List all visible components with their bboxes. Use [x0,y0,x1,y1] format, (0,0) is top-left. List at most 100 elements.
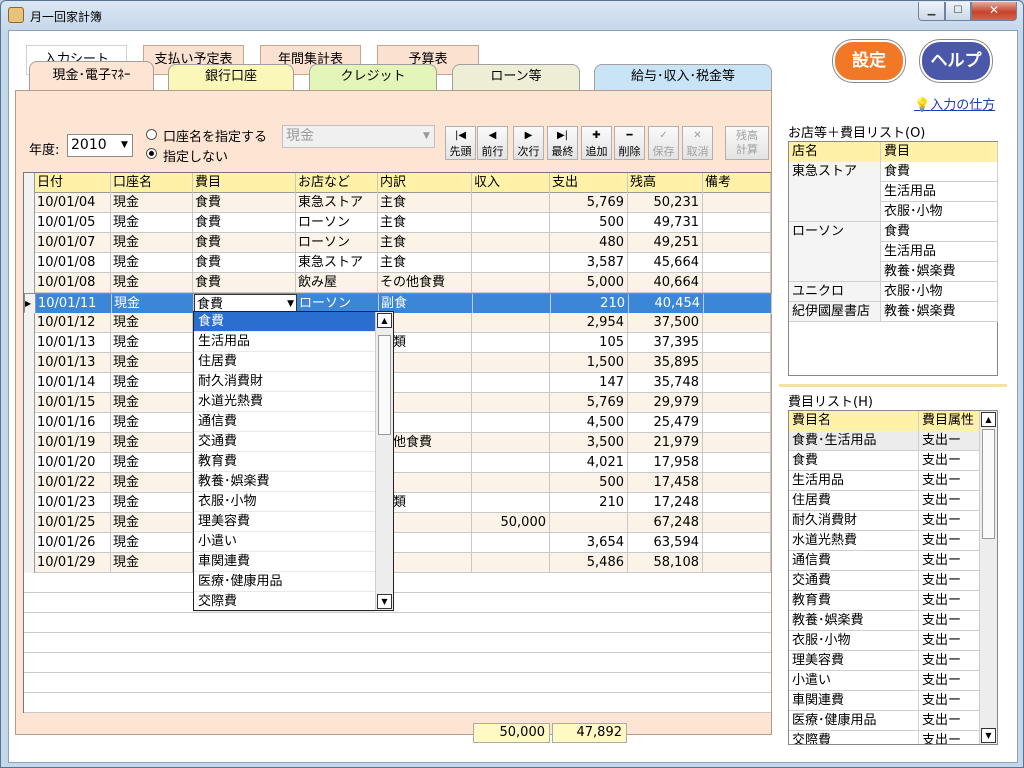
table-cell[interactable]: 10/01/22 [35,473,111,493]
table-cell[interactable]: 小遣い [789,671,919,691]
table-cell[interactable]: 支出ー [919,491,980,511]
table-cell[interactable]: 10/01/05 [35,213,111,233]
table-cell[interactable]: 4,021 [550,453,628,473]
list-item[interactable]: 交際費 支出ー [789,731,997,744]
table-cell[interactable] [472,193,550,213]
table-cell[interactable]: 医療･健康用品 [789,711,919,731]
table-cell[interactable]: 1,500 [550,353,628,373]
table-cell[interactable]: 63,594 [628,533,703,553]
row-header[interactable] [24,473,35,493]
table-cell[interactable]: 食費 [789,451,919,471]
dropdown-item[interactable]: 生活用品 [194,332,375,352]
dropdown-item[interactable]: 食費 [194,312,375,332]
table-cell[interactable]: 10/01/14 [35,373,111,393]
store-category[interactable]: 衣服･小物 [881,202,998,222]
table-cell[interactable] [703,193,771,213]
table-row[interactable]: 10/01/29現金食5,48658,108 [24,553,771,573]
store-category[interactable]: 生活用品 [881,182,998,202]
table-row[interactable]: 10/01/23現金子類21017,248 [24,493,771,513]
dropdown-item[interactable]: 車関連費 [194,552,375,572]
row-header[interactable] [24,413,35,433]
dropdown-item[interactable]: 耐久消費財 [194,372,375,392]
table-cell[interactable]: 10/01/20 [35,453,111,473]
dropdown-item[interactable]: 医療･健康用品 [194,572,375,592]
table-cell[interactable]: 現金 [111,193,193,213]
tab-cash[interactable]: 現金･電子ﾏﾈｰ [29,61,154,91]
table-cell[interactable]: 480 [550,233,628,253]
table-cell[interactable]: 現金 [111,513,193,533]
table-cell[interactable]: 35,895 [628,353,703,373]
table-row[interactable]: 10/01/20現金食4,02117,958 [24,453,771,473]
table-cell[interactable]: 2,954 [550,313,628,333]
table-cell[interactable]: 現金 [111,433,193,453]
help-button[interactable]: ヘルプ [920,40,992,82]
store-category[interactable]: 教養･娯楽費 [881,302,998,322]
table-cell[interactable]: 主食 [378,213,472,233]
table-cell[interactable]: 現金 [111,453,193,473]
list-item[interactable]: 食費 支出ー [789,451,997,471]
table-row[interactable]: 10/01/26現金食3,65463,594 [24,533,771,553]
table-cell[interactable]: 58,108 [628,553,703,573]
table-cell[interactable]: 支出ー [919,731,980,744]
list-item[interactable]: 小遣い 支出ー [789,671,997,691]
table-cell[interactable] [472,313,550,333]
store-category[interactable]: 食費 [881,222,998,242]
table-row[interactable]: 10/01/15現金食5,76929,979 [24,393,771,413]
column-header[interactable]: 費目 [881,142,998,162]
table-cell[interactable]: 現金 [111,333,193,353]
row-header[interactable] [24,393,35,413]
table-cell[interactable]: 食費･生活用品 [789,431,919,451]
column-header[interactable]: 収入 [472,173,550,193]
table-cell[interactable] [472,453,550,473]
table-cell[interactable]: 10/01/29 [35,553,111,573]
column-header[interactable]: 費目属性 [919,411,980,431]
table-cell[interactable]: 支出ー [919,511,980,531]
table-cell[interactable]: ローソン [296,233,378,253]
table-cell[interactable]: 500 [550,473,628,493]
list-item[interactable]: 医療･健康用品 支出ー [789,711,997,731]
maximize-button[interactable]: ☐ [945,2,971,21]
table-cell[interactable]: 500 [550,213,628,233]
table-cell[interactable]: ローソン [296,213,378,233]
close-button[interactable]: ✕ [971,2,1017,21]
row-header[interactable] [24,493,35,513]
tab-loan[interactable]: ローン等 [452,64,580,90]
table-cell[interactable]: 支出ー [919,431,980,451]
table-cell[interactable]: その他食費 [378,273,472,293]
table-cell[interactable] [472,373,550,393]
table-cell[interactable]: 食費 [193,273,296,293]
dropdown-item[interactable]: 交際費 [194,592,375,612]
table-cell[interactable]: 37,395 [628,333,703,353]
cancel-button[interactable]: ✕ 取消 [682,126,713,160]
table-cell[interactable]: 10/01/04 [35,193,111,213]
recalc-balance-button[interactable]: 残高計算 [725,126,769,160]
table-cell[interactable]: 理美容費 [789,651,919,671]
table-cell[interactable]: 主食 [378,253,472,273]
table-cell[interactable]: 10/01/23 [35,493,111,513]
column-header[interactable]: 店名 [789,142,881,162]
table-cell[interactable]: 食費 [193,213,296,233]
table-cell[interactable] [703,253,771,273]
category-scrollbar[interactable]: ▲ ▼ [979,411,997,744]
table-row[interactable]: 10/01/22現金食50017,458 [24,473,771,493]
table-cell[interactable] [472,433,550,453]
table-cell[interactable] [703,493,771,513]
table-cell[interactable]: 主食 [378,233,472,253]
table-cell[interactable] [472,493,550,513]
table-cell[interactable]: 210 [551,294,629,314]
store-category[interactable]: 衣服･小物 [881,282,998,302]
column-header[interactable]: 日付 [35,173,111,193]
table-cell[interactable]: 支出ー [919,711,980,731]
table-cell[interactable]: 現金 [111,353,193,373]
table-cell[interactable] [472,413,550,433]
table-cell[interactable]: 支出ー [919,631,980,651]
table-cell[interactable] [472,273,550,293]
dropdown-item[interactable]: 住居費 [194,352,375,372]
table-cell[interactable]: 現金 [112,294,194,314]
first-button[interactable]: |◀ 先頭 [445,126,476,160]
row-header[interactable] [24,373,35,393]
table-cell[interactable]: 現金 [111,413,193,433]
scroll-up-icon[interactable]: ▲ [981,412,996,427]
list-item[interactable]: 住居費 支出ー [789,491,997,511]
dropdown-item[interactable]: 教養･娯楽費 [194,472,375,492]
